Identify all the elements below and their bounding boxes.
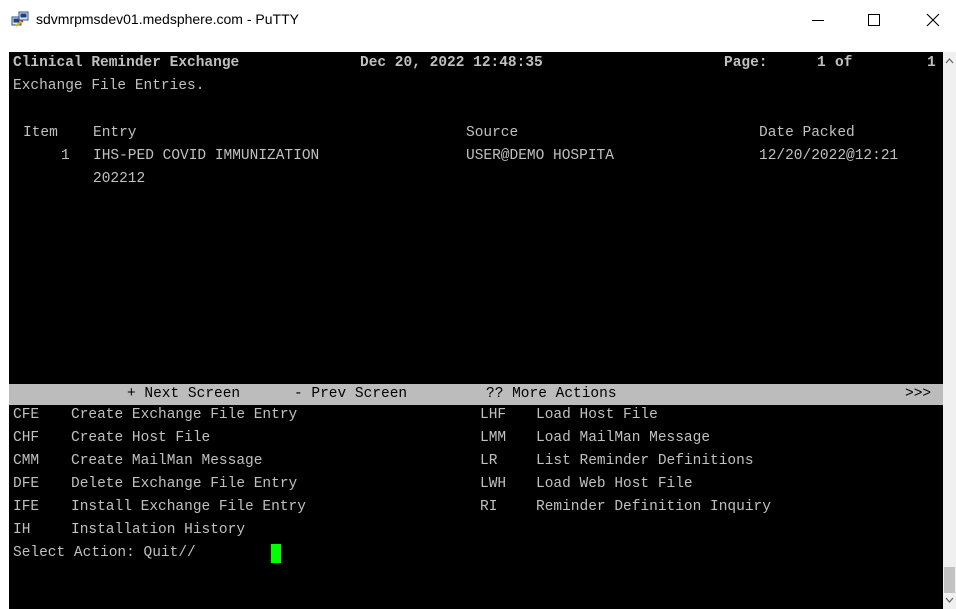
vertical-scrollbar[interactable] (943, 52, 956, 609)
page-label: Page: (724, 55, 768, 71)
maximize-icon (868, 14, 880, 26)
prompt-line[interactable]: Select Action: Quit// (9, 543, 281, 564)
action-label-lmm[interactable]: Load MailMan Message (536, 428, 710, 449)
action-code-lmm[interactable]: LMM (480, 428, 506, 449)
action-label-dfe[interactable]: Delete Exchange File Entry (71, 474, 297, 495)
action-row: CFE Create Exchange File Entry LHF Load … (9, 405, 658, 426)
table-row[interactable]: 1 IHS-PED COVID IMMUNIZATION USER@DEMO H… (9, 146, 898, 167)
maximize-button[interactable] (851, 0, 897, 40)
action-code-lr[interactable]: LR (480, 451, 497, 472)
action-code-lhf[interactable]: LHF (480, 405, 506, 426)
terminal-screen[interactable]: Clinical Reminder Exchange Dec 20, 2022 … (9, 52, 943, 609)
text-cursor (271, 544, 281, 563)
minimize-icon (812, 20, 824, 21)
action-bar: + Next Screen - Prev Screen ?? More Acti… (9, 384, 943, 405)
scroll-thumb[interactable] (944, 567, 955, 593)
row-source: USER@DEMO HOSPITA (466, 148, 614, 164)
row-item: 1 (61, 148, 70, 164)
header-datetime: Dec 20, 2022 12:48:35 (360, 55, 543, 71)
page-total: 1 (927, 55, 936, 71)
select-action-prompt[interactable]: Select Action: Quit// (13, 543, 196, 564)
col-item: Item (23, 125, 58, 141)
action-row: CHF Create Host File LMM Load MailMan Me… (9, 428, 710, 449)
action-code-ife[interactable]: IFE (13, 497, 39, 518)
action-code-ih[interactable]: IH (13, 520, 30, 541)
close-icon (926, 13, 940, 27)
action-code-cfe[interactable]: CFE (13, 405, 39, 426)
row-date-packed: 12/20/2022@12:21 (759, 148, 899, 164)
action-row: IH Installation History (9, 520, 245, 541)
table-row-continuation: 202212 (9, 169, 145, 190)
action-code-chf[interactable]: CHF (13, 428, 39, 449)
scroll-up-arrow-icon[interactable] (945, 56, 954, 66)
row-entry: IHS-PED COVID IMMUNIZATION (93, 148, 320, 164)
action-label-lwh[interactable]: Load Web Host File (536, 474, 693, 495)
screen-subtitle: Exchange File Entries. (13, 78, 205, 94)
screen-title: Clinical Reminder Exchange (13, 55, 240, 71)
column-headers: Item Entry Source Date Packed (9, 123, 855, 144)
col-entry: Entry (93, 125, 137, 141)
action-row: CMM Create MailMan Message LR List Remin… (9, 451, 754, 472)
action-label-cfe[interactable]: Create Exchange File Entry (71, 405, 297, 426)
close-button[interactable] (910, 0, 956, 40)
prev-screen-hint: - Prev Screen (294, 386, 408, 402)
putty-icon (11, 11, 29, 27)
window-title: sdvmrpmsdev01.medsphere.com - PuTTY (36, 11, 299, 27)
minimize-button[interactable] (795, 0, 841, 40)
action-code-ri[interactable]: RI (480, 497, 497, 518)
col-source: Source (466, 125, 519, 141)
next-screen-hint: + Next Screen (127, 386, 241, 402)
action-code-dfe[interactable]: DFE (13, 474, 39, 495)
header-line: Clinical Reminder Exchange Dec 20, 2022 … (9, 53, 936, 74)
action-label-ri[interactable]: Reminder Definition Inquiry (536, 497, 771, 518)
more-actions-hint: ?? More Actions (486, 386, 617, 402)
action-label-ife[interactable]: Install Exchange File Entry (71, 497, 306, 518)
action-row: IFE Install Exchange File Entry RI Remin… (9, 497, 771, 518)
more-arrow: >>> (905, 386, 932, 402)
action-code-cmm[interactable]: CMM (13, 451, 39, 472)
action-row: DFE Delete Exchange File Entry LWH Load … (9, 474, 693, 495)
action-label-cmm[interactable]: Create MailMan Message (71, 451, 262, 472)
row-entry-continuation: 202212 (93, 171, 146, 187)
page-of: of (835, 55, 853, 71)
scroll-down-arrow-icon[interactable] (945, 595, 954, 605)
title-bar[interactable]: sdvmrpmsdev01.medsphere.com - PuTTY (0, 0, 956, 40)
col-date-packed: Date Packed (759, 125, 855, 141)
action-label-chf[interactable]: Create Host File (71, 428, 210, 449)
page-current: 1 (817, 55, 826, 71)
subtitle-line: Exchange File Entries. (9, 76, 204, 97)
action-label-lr[interactable]: List Reminder Definitions (536, 451, 754, 472)
action-label-ih[interactable]: Installation History (71, 520, 245, 541)
action-label-lhf[interactable]: Load Host File (536, 405, 658, 426)
action-code-lwh[interactable]: LWH (480, 474, 506, 495)
